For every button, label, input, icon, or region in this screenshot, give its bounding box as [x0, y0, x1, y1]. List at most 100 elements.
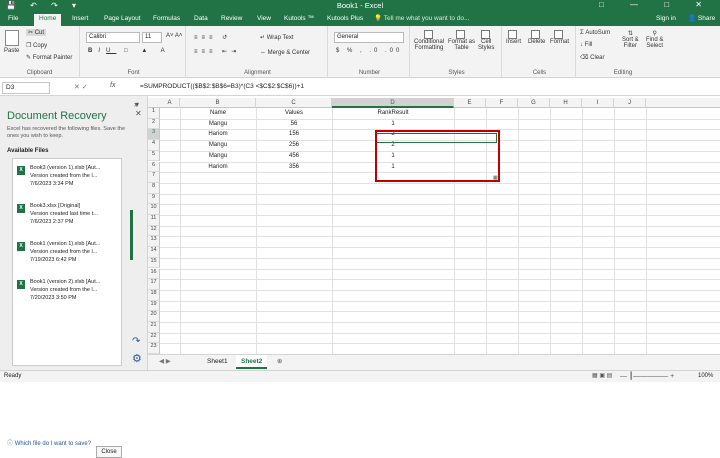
- font-size-select[interactable]: 11: [142, 32, 162, 43]
- close-button[interactable]: Close: [96, 446, 122, 458]
- column-header-e[interactable]: E: [454, 98, 486, 108]
- cell[interactable]: Mangu: [180, 140, 256, 150]
- row-header-9[interactable]: 9: [148, 193, 160, 205]
- cell[interactable]: Hariom: [180, 129, 256, 139]
- cell[interactable]: 156: [256, 129, 332, 139]
- copy-button[interactable]: ❐ Copy: [26, 42, 47, 49]
- zoom-slider[interactable]: — ┃————— +: [620, 372, 674, 380]
- cell[interactable]: 256: [256, 140, 332, 150]
- cell[interactable]: 356: [256, 162, 332, 172]
- column-header-h[interactable]: H: [550, 98, 582, 108]
- column-header-g[interactable]: G: [518, 98, 550, 108]
- autosum-button[interactable]: Σ AutoSum: [580, 30, 610, 36]
- delete-cells-button[interactable]: Delete: [528, 30, 545, 45]
- recovered-file-item[interactable]: X Book1 (version 2).xlsb [Aut... Version…: [13, 277, 121, 319]
- name-box[interactable]: D3: [2, 82, 50, 94]
- tab-home[interactable]: Home: [34, 14, 62, 26]
- tab-view[interactable]: View: [257, 14, 271, 26]
- tab-sheet2[interactable]: Sheet2: [236, 355, 268, 369]
- tab-file[interactable]: File: [8, 14, 18, 26]
- row-header-15[interactable]: 15: [148, 257, 160, 269]
- recovered-file-item[interactable]: X Book3.xlsx [Original] Version created …: [13, 201, 121, 243]
- tab-data[interactable]: Data: [194, 14, 208, 26]
- cell[interactable]: Mangu: [180, 151, 256, 161]
- column-header-a[interactable]: A: [160, 98, 180, 108]
- add-sheet-icon[interactable]: ⊕: [272, 355, 287, 369]
- font-style-buttons[interactable]: BIU □ ▲ A: [88, 48, 171, 54]
- formula-bar-buttons[interactable]: ✕ ✓: [74, 83, 88, 91]
- sort-filter-button[interactable]: ⇅ Sort & Filter: [622, 30, 639, 49]
- window-controls[interactable]: □ — □ ✕: [599, 0, 714, 9]
- row-header-7[interactable]: 7: [148, 172, 160, 183]
- column-header-j[interactable]: J: [614, 98, 646, 108]
- open-file-icon[interactable]: ↷: [132, 336, 140, 347]
- cell[interactable]: 56: [256, 119, 332, 129]
- format-cells-button[interactable]: Format: [550, 30, 569, 45]
- row-header-10[interactable]: 10: [148, 204, 160, 215]
- font-size-buttons[interactable]: A˅ A˄: [166, 33, 182, 39]
- vertical-align-buttons[interactable]: ≡≡≡ ↺: [194, 34, 231, 41]
- format-as-table-button[interactable]: Format as Table: [448, 30, 475, 51]
- cut-button[interactable]: ✂ Cut: [26, 29, 47, 36]
- sign-in-link[interactable]: Sign in: [656, 14, 676, 26]
- number-format-buttons[interactable]: $ % , .0 .00: [336, 48, 402, 54]
- formula-input[interactable]: =SUMPRODUCT(($B$2:$B$6=B3)*(C3 <$C$2:$C$…: [140, 83, 304, 90]
- cell[interactable]: Values: [256, 108, 332, 118]
- clear-button[interactable]: ⌫ Clear: [580, 54, 605, 61]
- row-header-19[interactable]: 19: [148, 300, 160, 312]
- cell[interactable]: Mangu: [180, 119, 256, 129]
- row-header-4[interactable]: 4: [148, 140, 160, 151]
- row-header-14[interactable]: 14: [148, 247, 160, 258]
- row-header-12[interactable]: 12: [148, 225, 160, 237]
- collapse-pane-icon[interactable]: »: [134, 100, 138, 109]
- column-header-i[interactable]: I: [582, 98, 614, 108]
- sheet-nav-arrows[interactable]: ◀ ▶: [154, 355, 176, 369]
- row-header-22[interactable]: 22: [148, 332, 160, 344]
- fill-button[interactable]: ↓ Fill: [580, 42, 592, 48]
- row-header-13[interactable]: 13: [148, 236, 160, 248]
- cell-styles-button[interactable]: Cell Styles: [478, 30, 494, 51]
- tab-kutools-plus[interactable]: Kutools Plus: [327, 14, 363, 26]
- row-header-5[interactable]: 5: [148, 150, 160, 162]
- tell-me-box[interactable]: 💡 Tell me what you want to do...: [374, 14, 469, 26]
- insert-function-icon[interactable]: fx: [110, 82, 115, 89]
- quick-analysis-icon[interactable]: ▦: [493, 175, 498, 181]
- row-header-3[interactable]: 3: [148, 129, 160, 141]
- cell[interactable]: Hariom: [180, 162, 256, 172]
- format-painter-button[interactable]: ✎ Format Painter: [26, 54, 72, 61]
- row-header-21[interactable]: 21: [148, 322, 160, 333]
- row-header-16[interactable]: 16: [148, 268, 160, 280]
- number-format-select[interactable]: General: [334, 32, 404, 43]
- cell[interactable]: Name: [180, 108, 256, 118]
- cell[interactable]: RankResult: [332, 108, 454, 118]
- wrap-text-button[interactable]: ↵ Wrap Text: [260, 34, 294, 41]
- horizontal-align-buttons[interactable]: ≡≡≡ ⇤⇥: [194, 48, 240, 55]
- row-header-8[interactable]: 8: [148, 182, 160, 194]
- scroll-indicator[interactable]: [130, 210, 133, 260]
- row-header-20[interactable]: 20: [148, 311, 160, 322]
- cell[interactable]: 1: [332, 119, 454, 129]
- share-button[interactable]: 👤 Share: [688, 14, 715, 26]
- column-header-f[interactable]: F: [486, 98, 518, 108]
- recovered-file-item[interactable]: X Book3 (version 1).xlsb [Aut... Version…: [13, 163, 121, 205]
- tab-insert[interactable]: Insert: [72, 14, 88, 26]
- cell[interactable]: 456: [256, 151, 332, 161]
- recovered-file-item[interactable]: X Book1 (version 1).xlsb [Aut... Version…: [13, 239, 121, 281]
- tab-sheet1[interactable]: Sheet1: [202, 355, 233, 369]
- view-buttons[interactable]: ▦ ▣ ▤: [592, 372, 612, 379]
- column-header-c[interactable]: C: [256, 98, 332, 108]
- find-select-button[interactable]: ⚲ Find & Select: [646, 30, 663, 49]
- row-header-2[interactable]: 2: [148, 118, 160, 130]
- tab-kutools[interactable]: Kutools ™: [284, 14, 314, 26]
- column-header-d[interactable]: D: [332, 98, 454, 108]
- tab-formulas[interactable]: Formulas: [153, 14, 180, 26]
- row-header-23[interactable]: 23: [148, 343, 160, 354]
- merge-center-button[interactable]: ⇔ Merge & Center: [260, 50, 310, 56]
- column-header-b[interactable]: B: [180, 98, 256, 108]
- insert-cells-button[interactable]: Insert: [506, 30, 521, 45]
- worksheet-grid[interactable]: ABCDEFGHIJ 1 2 3 4 5 6 7 8 9 10 11 12 13 14 15 16 17 18 19…: [148, 98, 720, 354]
- tab-page-layout[interactable]: Page Layout: [104, 14, 141, 26]
- conditional-formatting-button[interactable]: Conditional Formatting: [414, 30, 444, 51]
- help-link[interactable]: ⓘ Which file do I want to save?: [7, 438, 91, 447]
- font-name-select[interactable]: Calibri: [86, 32, 140, 43]
